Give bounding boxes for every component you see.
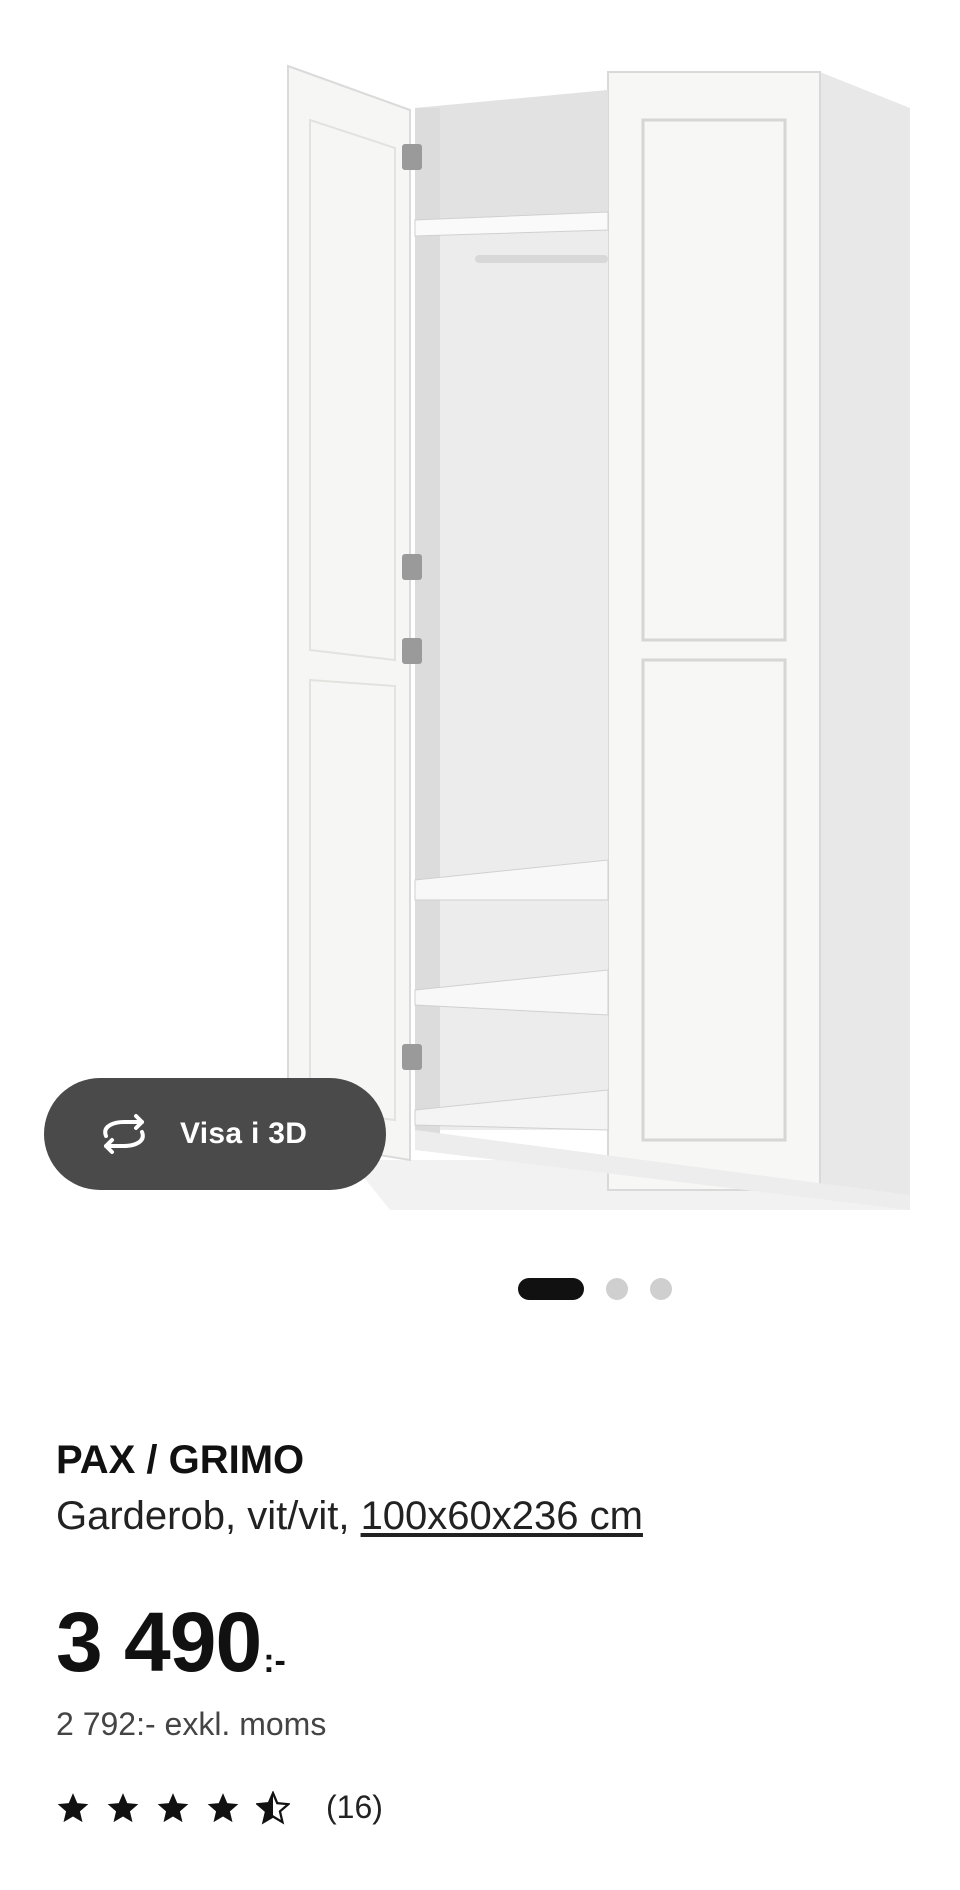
gallery-pagination — [518, 1278, 694, 1300]
rotate-3d-icon — [103, 1114, 145, 1154]
price-suffix: :- — [263, 1642, 286, 1680]
view-in-3d-label: Visa i 3D — [180, 1117, 308, 1150]
product-info: PAX / GRIMO Garderob, vit/vit, 100x60x23… — [56, 1436, 916, 1826]
price: 3 490 :- — [56, 1594, 916, 1684]
product-name[interactable]: PAX / GRIMO — [56, 1436, 916, 1484]
price-amount: 3 490 — [56, 1595, 262, 1689]
product-gallery[interactable]: Visa i 3D — [0, 0, 960, 1300]
rating[interactable]: (16) — [56, 1789, 916, 1826]
product-description: Garderob, vit/vit, 100x60x236 cm — [56, 1490, 916, 1542]
view-in-3d-button[interactable]: Visa i 3D — [44, 1078, 386, 1190]
star-icon — [207, 1792, 239, 1822]
star-icon — [57, 1792, 89, 1822]
pagination-dot-1[interactable] — [518, 1278, 584, 1300]
star-icon — [107, 1792, 139, 1822]
product-type-label: Garderob, vit/vit, — [56, 1494, 361, 1538]
review-count: (16) — [326, 1789, 383, 1825]
measurements-link[interactable]: 100x60x236 cm — [361, 1494, 643, 1538]
pagination-dot-3[interactable] — [650, 1278, 672, 1300]
star-icon — [157, 1792, 189, 1822]
product-page: Visa i 3D PAX / GRIMO Garderob, vit/vit,… — [0, 0, 960, 1890]
pagination-dot-2[interactable] — [606, 1278, 628, 1300]
price-excl-vat: 2 792:- exkl. moms — [56, 1706, 327, 1742]
wardrobe-image — [287, 64, 910, 1210]
half-star-icon — [256, 1790, 290, 1825]
